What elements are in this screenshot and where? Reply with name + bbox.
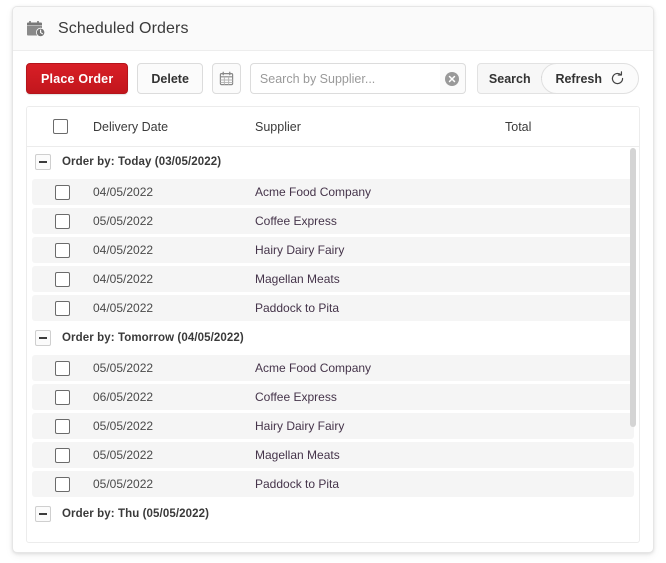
cell-delivery-date: 06/05/2022 <box>93 390 154 404</box>
cell-delivery-date: 05/05/2022 <box>93 214 154 228</box>
table-row[interactable]: 04/05/2022 Hairy Dairy Fairy <box>32 237 634 263</box>
delete-button[interactable]: Delete <box>137 63 203 94</box>
cell-delivery-date: 04/05/2022 <box>93 243 154 257</box>
row-checkbox[interactable] <box>55 418 70 434</box>
refresh-button-label: Refresh <box>555 71 602 86</box>
table-row[interactable]: 05/05/2022 Magellan Meats <box>32 442 634 468</box>
cell-supplier: Hairy Dairy Fairy <box>255 243 345 257</box>
row-select-cell <box>32 184 93 200</box>
row-select-cell <box>32 271 93 287</box>
table-row[interactable]: 05/05/2022 Hairy Dairy Fairy <box>32 413 634 439</box>
group-header[interactable]: Order by: Today (03/05/2022) <box>27 148 639 176</box>
cell-supplier: Hairy Dairy Fairy <box>255 419 345 433</box>
cell-delivery-date: 05/05/2022 <box>93 448 154 462</box>
cell-supplier: Acme Food Company <box>255 185 372 199</box>
cell-delivery-date: 05/05/2022 <box>93 361 154 375</box>
vertical-scrollbar[interactable] <box>629 148 637 540</box>
table-row[interactable]: 04/05/2022 Acme Food Company <box>32 179 634 205</box>
group-header-label: Order by: Thu (05/05/2022) <box>62 508 210 520</box>
group-header-label: Order by: Today (03/05/2022) <box>62 156 222 168</box>
row-select-cell <box>32 242 93 258</box>
cell-delivery-date: 05/05/2022 <box>93 419 154 433</box>
collapse-minus-icon[interactable] <box>35 506 51 522</box>
table-row[interactable]: 06/05/2022 Coffee Express <box>32 384 634 410</box>
table-row[interactable]: 05/05/2022 Paddock to Pita <box>32 471 634 497</box>
row-checkbox[interactable] <box>55 271 70 287</box>
cell-supplier: Coffee Express <box>255 214 337 228</box>
row-select-cell <box>32 389 93 405</box>
place-order-button[interactable]: Place Order <box>26 63 129 94</box>
row-checkbox[interactable] <box>55 184 70 200</box>
cell-supplier: Magellan Meats <box>255 272 340 286</box>
row-select-cell <box>32 300 93 316</box>
row-checkbox[interactable] <box>55 300 70 316</box>
cell-delivery-date: 04/05/2022 <box>93 301 154 315</box>
row-checkbox[interactable] <box>55 476 70 492</box>
row-select-cell <box>32 447 93 463</box>
cell-delivery-date: 05/05/2022 <box>93 477 154 491</box>
group-header[interactable]: Order by: Thu (05/05/2022) <box>27 500 639 528</box>
scheduled-orders-card: Scheduled Orders Place Order Delete Sear… <box>12 6 654 553</box>
row-checkbox[interactable] <box>55 360 70 376</box>
collapse-minus-icon[interactable] <box>35 330 51 346</box>
vertical-scrollbar-thumb[interactable] <box>630 148 636 427</box>
calendar-clock-icon <box>26 19 46 39</box>
row-checkbox[interactable] <box>55 242 70 258</box>
row-select-cell <box>32 418 93 434</box>
column-header-supplier[interactable]: Supplier <box>255 120 505 134</box>
cell-delivery-date: 04/05/2022 <box>93 185 154 199</box>
row-select-cell <box>32 476 93 492</box>
refresh-button[interactable]: Refresh <box>541 63 639 94</box>
calendar-icon <box>219 71 234 86</box>
row-checkbox[interactable] <box>55 447 70 463</box>
column-header-delivery-date[interactable]: Delivery Date <box>93 120 255 134</box>
clear-search-button[interactable] <box>439 63 466 94</box>
page-title: Scheduled Orders <box>58 19 189 37</box>
orders-table: Delivery Date Supplier Total Order by: T… <box>26 106 640 543</box>
table-row[interactable]: 04/05/2022 Paddock to Pita <box>32 295 634 321</box>
calendar-filter-button[interactable] <box>211 63 241 94</box>
column-header-total[interactable]: Total <box>505 120 639 134</box>
table-row[interactable]: 04/05/2022 Magellan Meats <box>32 266 634 292</box>
row-select-cell <box>32 213 93 229</box>
row-select-cell <box>32 360 93 376</box>
cell-supplier: Paddock to Pita <box>255 301 340 315</box>
table-row[interactable]: 05/05/2022 Coffee Express <box>32 208 634 234</box>
cell-supplier: Paddock to Pita <box>255 477 340 491</box>
card-header: Scheduled Orders <box>13 7 653 51</box>
search-field-group <box>249 63 466 94</box>
collapse-minus-icon[interactable] <box>35 154 51 170</box>
search-button-label: Search <box>488 71 531 86</box>
cell-supplier: Magellan Meats <box>255 448 340 462</box>
cell-supplier: Coffee Express <box>255 390 337 404</box>
table-header-row: Delivery Date Supplier Total <box>27 107 639 147</box>
cell-supplier: Acme Food Company <box>255 361 372 375</box>
table-row[interactable]: 05/05/2022 Acme Food Company <box>32 355 634 381</box>
group-header-label: Order by: Tomorrow (04/05/2022) <box>62 332 244 344</box>
refresh-icon <box>610 71 625 86</box>
clear-circle-x-icon <box>444 71 460 87</box>
select-all-cell <box>27 119 93 134</box>
row-checkbox[interactable] <box>55 389 70 405</box>
table-body: Order by: Today (03/05/2022) 04/05/2022 Ac… <box>27 147 639 542</box>
row-checkbox[interactable] <box>55 213 70 229</box>
cell-delivery-date: 04/05/2022 <box>93 272 154 286</box>
search-input[interactable] <box>249 63 440 94</box>
select-all-checkbox[interactable] <box>52 119 68 134</box>
toolbar: Place Order Delete Search by Supplier...… <box>13 51 653 106</box>
group-header[interactable]: Order by: Tomorrow (04/05/2022) <box>27 324 639 352</box>
